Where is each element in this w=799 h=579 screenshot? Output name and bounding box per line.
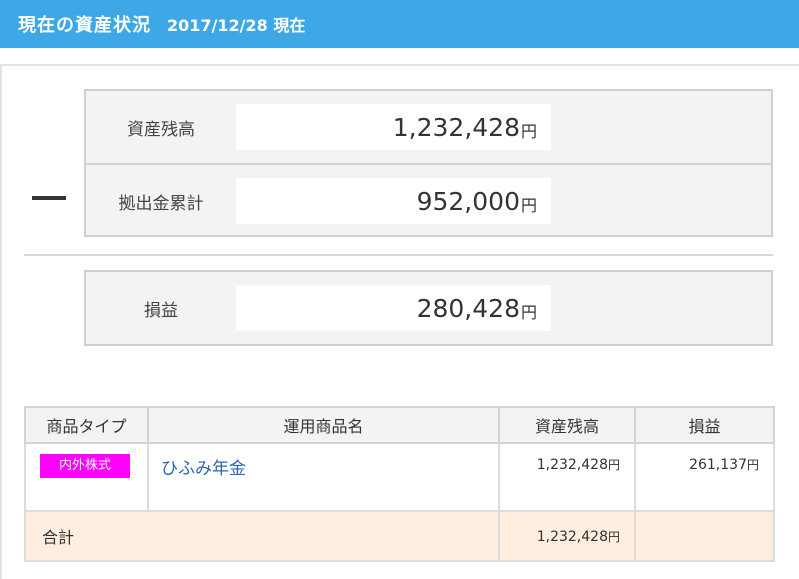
minus-sign bbox=[32, 196, 66, 200]
balance-row: 資産残高 1,232,428 円 bbox=[86, 91, 771, 163]
as-of-date: 2017/12/28 現在 bbox=[167, 16, 306, 35]
profit-unit: 円 bbox=[520, 303, 537, 322]
col-header-balance: 資産残高 bbox=[498, 406, 636, 444]
row-balance-value: 1,232,428 bbox=[536, 457, 608, 473]
profit-label: 損益 bbox=[144, 300, 178, 321]
fund-name-link[interactable]: ひふみ年金 bbox=[161, 454, 246, 479]
contributions-unit: 円 bbox=[520, 196, 537, 215]
summary-box: 資産残高 1,232,428 円 拠出金累計 952,000 円 bbox=[84, 89, 773, 237]
balance-label: 資産残高 bbox=[127, 119, 195, 140]
contributions-value: 952,000 bbox=[416, 186, 520, 216]
col-header-name: 運用商品名 bbox=[147, 406, 500, 444]
contributions-row: 拠出金累計 952,000 円 bbox=[86, 163, 771, 235]
row-profit-unit: 円 bbox=[746, 458, 759, 472]
col-header-profit: 損益 bbox=[634, 406, 775, 444]
profit-value-box: 280,428 円 bbox=[236, 285, 551, 331]
total-profit-cell bbox=[634, 510, 775, 562]
table-header-row: 商品タイプ 運用商品名 資産残高 損益 bbox=[24, 406, 775, 444]
result-divider bbox=[24, 254, 773, 256]
page-title: 現在の資産状況 bbox=[18, 15, 151, 36]
total-balance-value: 1,232,428 bbox=[536, 528, 608, 545]
balance-value-box: 1,232,428 円 bbox=[236, 104, 551, 150]
balance-cell: 1,232,428円 bbox=[498, 442, 636, 512]
balance-value: 1,232,428 bbox=[392, 112, 520, 142]
total-balance-unit: 円 bbox=[607, 529, 620, 544]
contributions-label: 拠出金累計 bbox=[118, 193, 204, 214]
total-row: 合計 1,232,428円 bbox=[24, 510, 775, 562]
contributions-value-box: 952,000 円 bbox=[236, 178, 551, 224]
total-balance-cell: 1,232,428円 bbox=[498, 510, 636, 562]
type-cell: 内外株式 bbox=[24, 442, 149, 512]
holdings-table: 商品タイプ 運用商品名 資産残高 損益 内外株式 ひふみ年金 1,232,428… bbox=[24, 406, 775, 562]
balance-unit: 円 bbox=[520, 122, 537, 141]
row-profit-value: 261,137 bbox=[689, 457, 747, 473]
profit-row: 損益 280,428 円 bbox=[86, 272, 771, 344]
table-row: 内外株式 ひふみ年金 1,232,428円 261,137円 bbox=[24, 442, 775, 512]
page-header: 現在の資産状況 2017/12/28 現在 bbox=[0, 0, 799, 48]
product-type-badge: 内外株式 bbox=[40, 454, 130, 478]
total-label: 合計 bbox=[24, 510, 500, 562]
profit-value: 280,428 bbox=[416, 293, 520, 323]
profit-box: 損益 280,428 円 bbox=[84, 270, 773, 346]
name-cell: ひふみ年金 bbox=[147, 442, 500, 512]
row-balance-unit: 円 bbox=[607, 458, 620, 472]
profit-cell: 261,137円 bbox=[634, 442, 775, 512]
col-header-type: 商品タイプ bbox=[24, 406, 149, 444]
